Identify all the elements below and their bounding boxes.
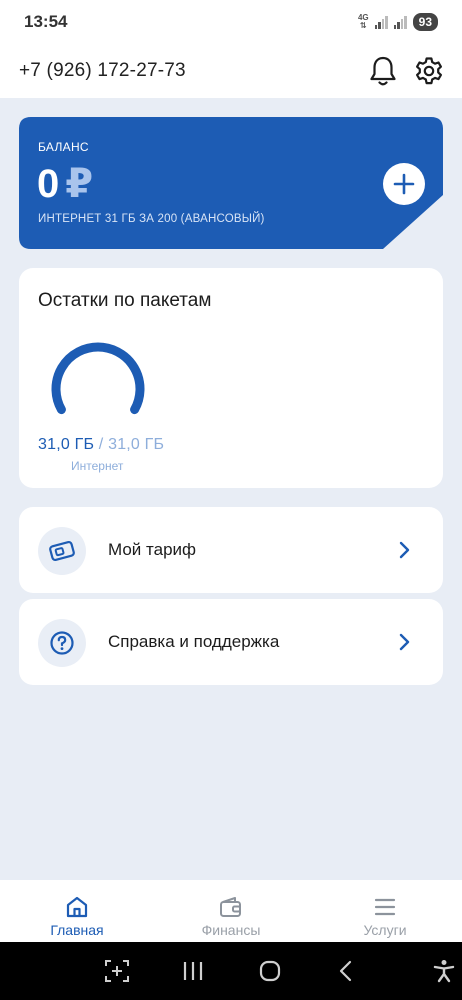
accessibility-icon[interactable] (432, 959, 456, 983)
signal-icon-secondary (393, 15, 407, 29)
help-support-item[interactable]: Справка и поддержка (19, 599, 443, 685)
phone-number[interactable]: +7 (926) 172-27-73 (19, 60, 186, 82)
home-icon (66, 896, 88, 918)
tariff-name: ИНТЕРНЕТ 31 ГБ ЗА 200 (АВАНСОВЫЙ) (38, 213, 265, 225)
internet-gauge (51, 342, 145, 415)
chevron-right-icon (399, 633, 410, 651)
my-tariff-item[interactable]: Мой тариф (19, 507, 443, 593)
remaining-value: 31,0 ГБ (38, 436, 95, 453)
bottom-navigation: Главная Финансы Услуги (0, 880, 462, 942)
chevron-right-icon (399, 541, 410, 559)
back-icon[interactable] (336, 959, 356, 983)
nav-finances-label: Финансы (201, 922, 261, 938)
network-indicator: 4G ⇅ (358, 14, 369, 30)
sim-card-icon (49, 540, 75, 562)
packets-title: Остатки по пакетам (38, 290, 212, 311)
bell-icon[interactable] (368, 55, 398, 87)
help-support-label: Справка и поддержка (108, 632, 280, 651)
gauge-fill (51, 342, 145, 415)
balance-card[interactable]: БАЛАНС 0 ₽ ИНТЕРНЕТ 31 ГБ ЗА 200 (АВАНСОВ… (19, 117, 443, 249)
recent-apps-icon[interactable] (182, 959, 204, 983)
battery-icon: 93 (412, 13, 438, 31)
balance-amount: 0 ₽ (37, 161, 93, 207)
total-value: 31,0 ГБ (108, 436, 165, 453)
gear-icon[interactable] (414, 56, 444, 86)
status-indicators: 4G ⇅ 93 (358, 13, 438, 31)
tariff-icon-wrap (38, 527, 86, 575)
value-separator: / (94, 436, 109, 453)
screenshot-icon[interactable] (104, 959, 130, 983)
nav-services-label: Услуги (363, 922, 407, 938)
question-icon (50, 631, 74, 655)
my-tariff-label: Мой тариф (108, 540, 197, 559)
app-header: +7 (926) 172-27-73 (0, 44, 462, 98)
gauge-caption: Интернет (71, 459, 124, 473)
wallet-icon (220, 897, 241, 917)
support-icon-wrap (38, 619, 86, 667)
packets-card[interactable]: Остатки по пакетам 31,0 ГБ / 31,0 ГБ Инт… (19, 268, 443, 488)
plus-icon (393, 173, 415, 195)
status-time: 13:54 (24, 12, 68, 31)
nav-services[interactable]: Услуги (325, 896, 445, 938)
nav-home-label: Главная (50, 922, 104, 938)
system-navigation-bar (0, 942, 462, 1000)
menu-icon (374, 898, 396, 916)
internet-remaining: 31,0 ГБ / 31,0 ГБ (38, 436, 164, 454)
nav-home[interactable]: Главная (17, 896, 137, 938)
status-bar: 13:54 4G ⇅ 93 (0, 0, 462, 44)
signal-icon (374, 15, 388, 29)
balance-value: 0 (37, 162, 60, 206)
nav-finances[interactable]: Финансы (171, 896, 291, 938)
balance-label: БАЛАНС (38, 140, 89, 154)
header-actions (368, 55, 444, 87)
currency-symbol: ₽ (65, 162, 94, 206)
data-arrows-icon: ⇅ (359, 21, 367, 30)
top-up-button[interactable] (383, 163, 425, 205)
home-button-icon[interactable] (258, 959, 282, 983)
